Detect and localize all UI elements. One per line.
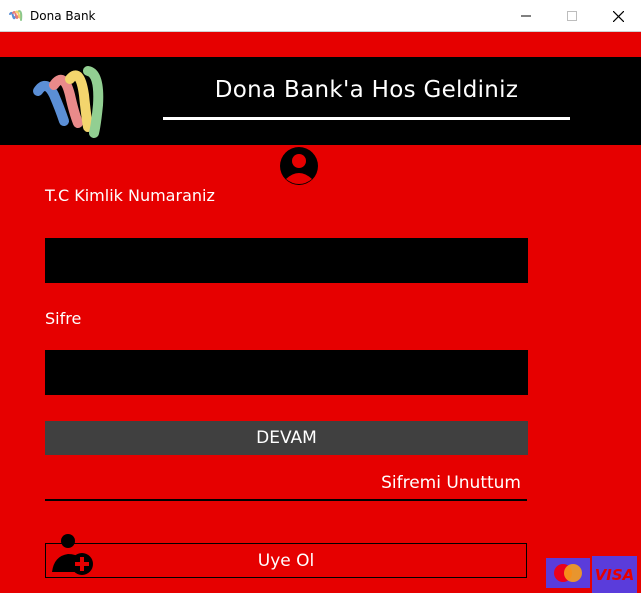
close-icon [612,10,624,22]
user-circle-icon [280,147,318,185]
window-title: Dona Bank [30,8,96,23]
password-label: Sifre [45,309,82,328]
window-titlebar: Dona Bank [0,0,641,32]
welcome-title: Dona Bank'a Hos Geldiniz [214,77,519,103]
forgot-password-link[interactable]: Sifremi Unuttum [45,473,527,501]
add-user-icon[interactable] [50,532,96,578]
header-banner: Dona Bank'a Hos Geldiniz [0,57,641,145]
welcome-underline [163,117,570,120]
minimize-icon [521,15,531,17]
continue-button[interactable]: DEVAM [45,421,528,455]
app-logo-icon [9,9,23,21]
close-button[interactable] [595,0,641,32]
maximize-button[interactable] [549,0,595,32]
maximize-icon [567,11,577,21]
mastercard-icon [554,564,582,582]
dona-logo-icon [33,66,104,138]
mastercard-logo [546,558,590,588]
tc-input[interactable] [45,238,528,283]
register-button[interactable]: Uye Ol [45,543,527,578]
visa-logo: VISA [592,556,637,593]
minimize-button[interactable] [503,0,549,32]
tc-label: T.C Kimlik Numaraniz [45,186,215,205]
password-input[interactable] [45,350,528,395]
